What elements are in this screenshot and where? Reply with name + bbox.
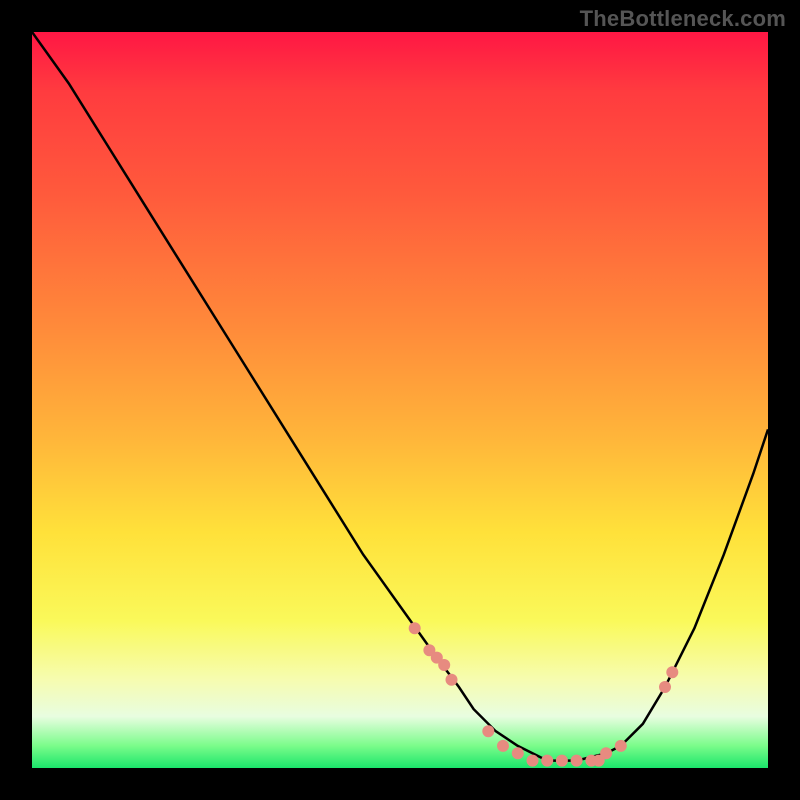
- curve-point: [571, 755, 583, 767]
- curve-point: [541, 755, 553, 767]
- chart-frame: TheBottleneck.com: [0, 0, 800, 800]
- curve-point: [659, 681, 671, 693]
- curve-point: [497, 740, 509, 752]
- bottleneck-curve: [32, 32, 768, 768]
- curve-point: [615, 740, 627, 752]
- curve-line: [32, 32, 768, 761]
- curve-point: [527, 755, 539, 767]
- plot-area: [32, 32, 768, 768]
- curve-point: [512, 747, 524, 759]
- curve-point: [556, 755, 568, 767]
- curve-point: [446, 674, 458, 686]
- curve-point: [482, 725, 494, 737]
- curve-points: [409, 622, 679, 766]
- curve-point: [409, 622, 421, 634]
- curve-point: [666, 666, 678, 678]
- curve-point: [600, 747, 612, 759]
- watermark-label: TheBottleneck.com: [580, 6, 786, 32]
- curve-point: [438, 659, 450, 671]
